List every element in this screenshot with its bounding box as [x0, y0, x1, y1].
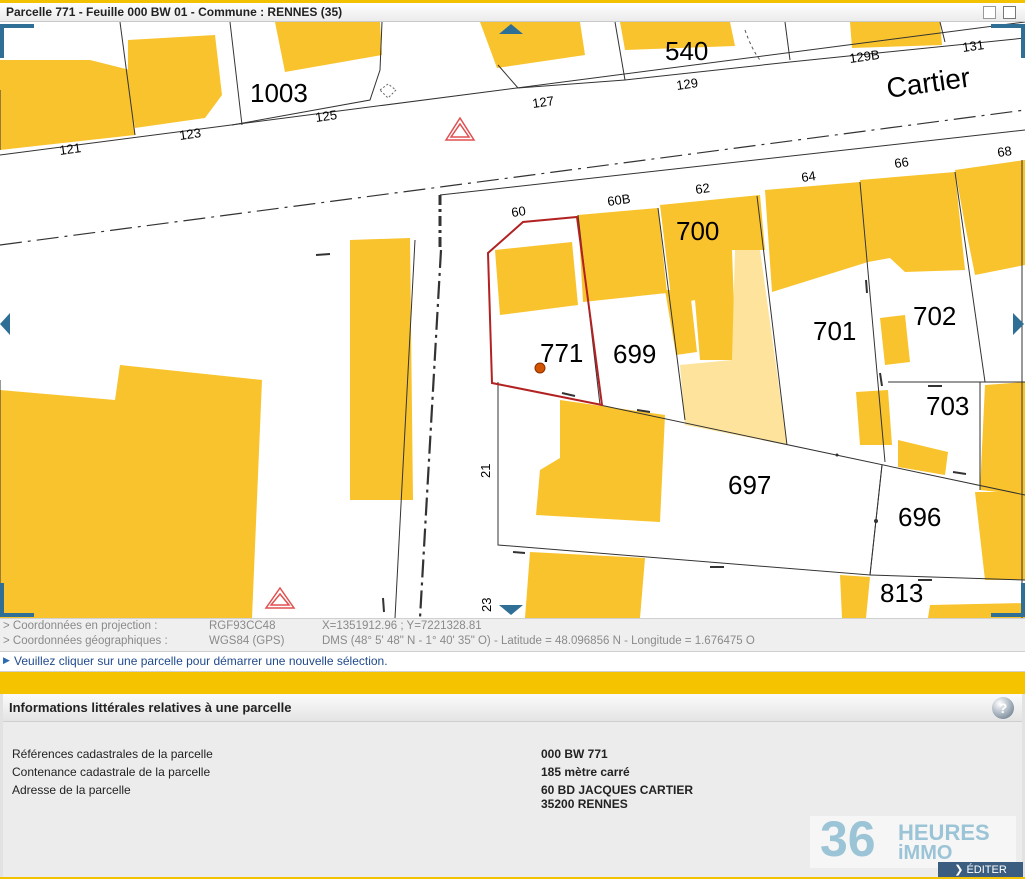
- parcel-699-label[interactable]: 699: [613, 339, 656, 369]
- street-number: 121: [58, 140, 82, 158]
- ref-value: 000 BW 771: [541, 747, 608, 761]
- restore-icon[interactable]: [983, 6, 996, 19]
- parcel-771-label[interactable]: 771: [540, 338, 583, 368]
- ref-label: Références cadastrales de la parcelle: [12, 747, 213, 761]
- address-line2: 35200 RENNES: [541, 797, 628, 811]
- coordinates-bar: > Coordonnées en projection : RGF93CC48 …: [0, 618, 1025, 652]
- street-number: 125: [314, 107, 338, 125]
- window-title: Parcelle 771 - Feuille 000 BW 01 - Commu…: [6, 5, 343, 19]
- parcel-540-label[interactable]: 540: [665, 36, 708, 66]
- projection-values: X=1351912.96 ; Y=7221328.81: [322, 620, 482, 632]
- street-number: 66: [893, 154, 909, 171]
- geographic-label: > Coordonnées géographiques :: [3, 635, 168, 647]
- street-number: 60: [510, 203, 526, 220]
- parcel-703-label[interactable]: 703: [926, 391, 969, 421]
- parcel-701-label[interactable]: 701: [813, 316, 856, 346]
- chevron-right-icon: ❯: [954, 864, 967, 876]
- logo-number: 36: [820, 811, 876, 867]
- parcel-700-label[interactable]: 700: [676, 216, 719, 246]
- parcel-813-label[interactable]: 813: [880, 578, 923, 608]
- geographic-values: DMS (48° 5' 48" N - 1° 40' 35" O) - Lati…: [322, 635, 755, 647]
- street-number: 23: [479, 598, 494, 612]
- cadastral-map[interactable]: 1003 540 700 771 699 701 702 703 697 696…: [0, 22, 1025, 618]
- projection-system: RGF93CC48: [209, 620, 276, 632]
- projection-label: > Coordonnées en projection :: [3, 620, 158, 632]
- street-number: 123: [178, 125, 202, 143]
- hint-bar: ▶ Veuillez cliquer sur une parcelle pour…: [0, 652, 1025, 672]
- street-number: 131: [961, 37, 985, 55]
- street-number: 60B: [606, 191, 631, 209]
- address-line1: 60 BD JACQUES CARTIER: [541, 783, 694, 797]
- street-number: 68: [996, 143, 1012, 160]
- street-number: 127: [531, 93, 555, 111]
- street-number: 129: [675, 75, 699, 93]
- address-label: Adresse de la parcelle: [12, 783, 131, 797]
- street-number: 62: [694, 180, 710, 197]
- logo: 36 HEURES iMMO: [810, 811, 1016, 868]
- maximize-icon[interactable]: [1003, 6, 1016, 19]
- parcel-702-label[interactable]: 702: [913, 301, 956, 331]
- panel-header: Informations littérales relatives à une …: [3, 694, 1022, 722]
- area-label: Contenance cadastrale de la parcelle: [12, 765, 211, 779]
- area-value: 185 mètre carré: [541, 765, 630, 779]
- parcel-696-label[interactable]: 696: [898, 502, 941, 532]
- panel-title: Informations littérales relatives à une …: [9, 700, 292, 715]
- hint-message: Veuillez cliquer sur une parcelle pour d…: [14, 654, 388, 668]
- help-icon[interactable]: ?: [992, 697, 1014, 719]
- window-titlebar: Parcelle 771 - Feuille 000 BW 01 - Commu…: [0, 0, 1025, 22]
- play-icon: ▶: [3, 655, 10, 665]
- map-canvas[interactable]: 1003 540 700 771 699 701 702 703 697 696…: [0, 22, 1025, 618]
- separator-bar: [0, 672, 1025, 694]
- street-number: 64: [800, 168, 816, 185]
- street-number: 21: [478, 464, 493, 478]
- parcel-1003-label[interactable]: 1003: [250, 78, 308, 108]
- geographic-system: WGS84 (GPS): [209, 635, 285, 647]
- parcel-697-label[interactable]: 697: [728, 470, 771, 500]
- edit-button-label: ÉDITER: [966, 864, 1007, 876]
